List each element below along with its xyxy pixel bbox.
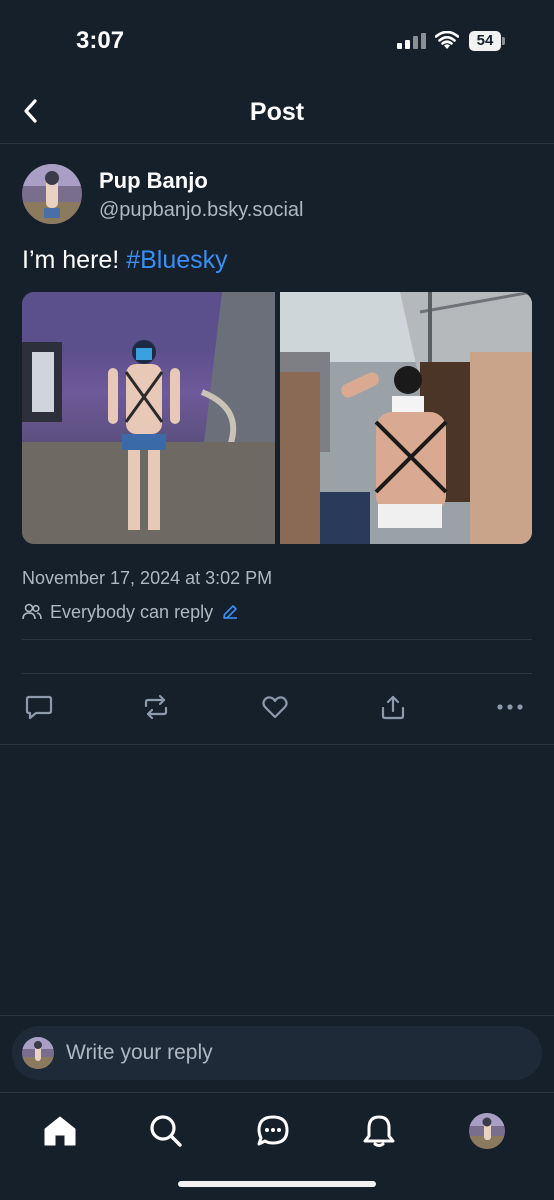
author-handle[interactable]: @pupbanjo.bsky.social [99, 199, 304, 222]
status-time: 3:07 [76, 27, 125, 54]
nav-profile[interactable] [467, 1111, 507, 1151]
nav-search[interactable] [146, 1111, 186, 1151]
cellular-signal-icon [397, 33, 427, 49]
user-avatar [22, 1037, 54, 1069]
nav-home[interactable] [40, 1111, 80, 1151]
post-actions [22, 690, 532, 728]
profile-avatar [469, 1113, 505, 1149]
post-text: I’m here! #Bluesky [22, 246, 228, 275]
author-avatar[interactable] [22, 164, 82, 224]
reply-permission[interactable]: Everybody can reply [22, 600, 239, 624]
post-author: Pup Banjo @pupbanjo.bsky.social [22, 164, 532, 226]
search-icon [150, 1115, 182, 1147]
status-bar: 3:07 54 [0, 0, 554, 80]
share-icon [381, 695, 405, 720]
more-icon [497, 704, 523, 710]
divider [0, 1015, 554, 1016]
share-button[interactable] [376, 690, 410, 724]
hashtag-link[interactable]: #Bluesky [126, 246, 227, 274]
repost-icon [144, 694, 168, 720]
page-title: Post [249, 98, 305, 126]
battery-level: 54 [469, 31, 501, 51]
divider [22, 673, 532, 674]
battery-icon: 54 [469, 31, 505, 51]
repost-button[interactable] [139, 690, 173, 724]
home-icon [44, 1116, 76, 1146]
divider [0, 744, 554, 745]
like-icon [262, 696, 288, 719]
home-indicator [178, 1181, 376, 1187]
reply-icon [25, 695, 53, 720]
reply-button[interactable] [22, 690, 56, 724]
author-name[interactable]: Pup Banjo [99, 168, 208, 194]
people-icon [22, 603, 42, 620]
post-timestamp: November 17, 2024 at 3:02 PM [22, 568, 273, 588]
notifications-icon [363, 1115, 395, 1147]
nav-notifications[interactable] [359, 1111, 399, 1151]
more-button[interactable] [493, 690, 527, 724]
reply-input[interactable]: Write your reply [12, 1026, 542, 1080]
divider [22, 639, 532, 640]
post-screen: 3:07 54 Post Pup Banjo @pupbanjo.bsky.so… [0, 0, 554, 1200]
reply-permission-label: Everybody can reply [50, 601, 214, 622]
reply-placeholder: Write your reply [66, 1041, 213, 1064]
post-body: I’m here! [22, 246, 127, 274]
header: Post [0, 80, 554, 144]
nav-chat[interactable] [253, 1111, 293, 1151]
post-image-1[interactable] [22, 292, 275, 544]
wifi-icon [435, 31, 459, 49]
pencil-icon [223, 605, 238, 619]
post-image-2[interactable] [280, 292, 532, 544]
post-images [22, 292, 532, 544]
like-button[interactable] [258, 690, 292, 724]
chat-icon [257, 1115, 289, 1146]
bottom-nav [0, 1092, 554, 1200]
